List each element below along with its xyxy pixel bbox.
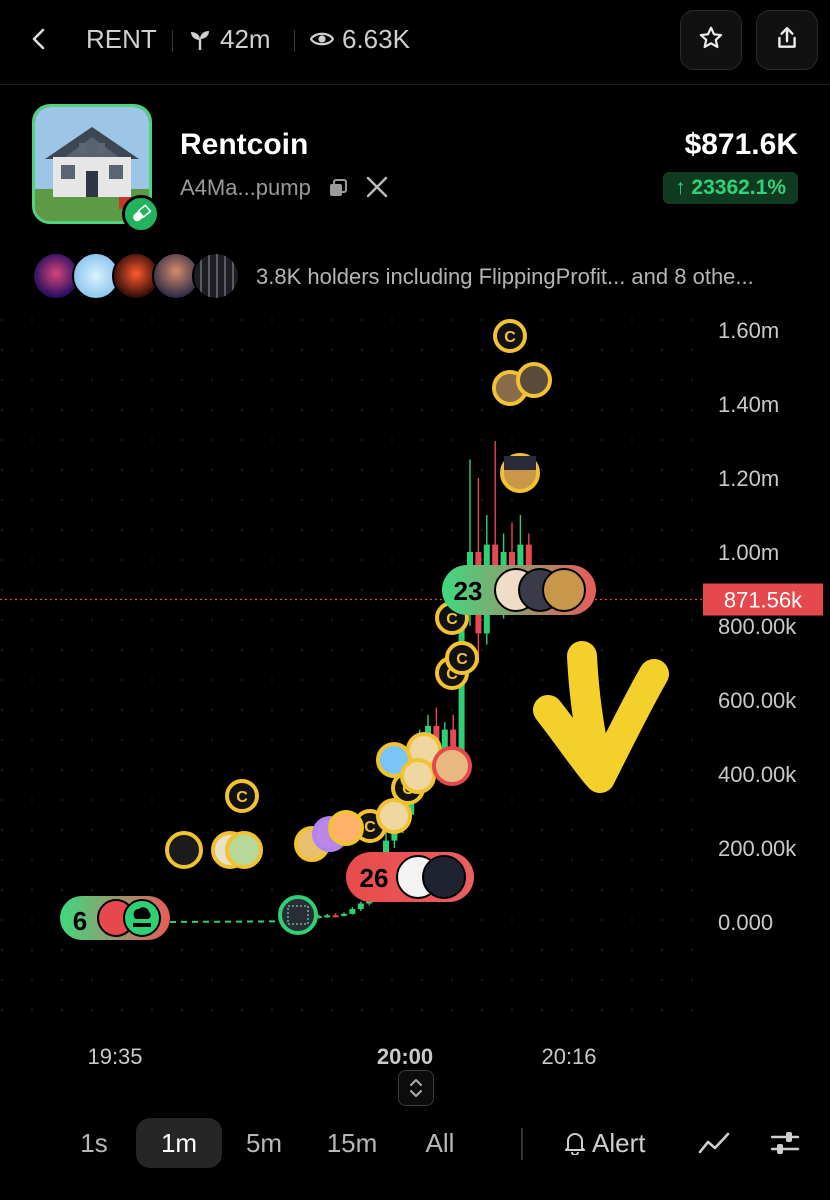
x-tick-label: 19:35 — [87, 1044, 142, 1069]
pill-icon — [122, 195, 160, 233]
candle-body — [332, 915, 339, 918]
settings-sliders-icon[interactable] — [770, 1128, 800, 1163]
candle-body — [341, 913, 347, 916]
price-change-badge: ↑ 23362.1% — [663, 172, 798, 204]
avatar — [192, 252, 240, 300]
coin-marker: C — [445, 641, 479, 675]
timeframe-5m[interactable]: 5m — [232, 1118, 296, 1168]
svg-text:C: C — [364, 819, 376, 836]
trader-avatar — [400, 758, 436, 794]
y-tick-label: 1.60m — [718, 318, 779, 343]
top-bar: RENT 42m 6.63K — [0, 0, 830, 85]
timeframe-15m[interactable]: 15m — [316, 1118, 388, 1168]
y-tick-label: 1.40m — [718, 392, 779, 417]
svg-text:C: C — [236, 789, 248, 806]
candle-body — [357, 903, 364, 910]
trade-group-count: 26 — [360, 863, 389, 893]
y-tick-label: 1.00m — [718, 540, 779, 565]
star-icon — [698, 25, 724, 56]
back-chevron-icon[interactable] — [24, 22, 54, 56]
copy-icon[interactable] — [328, 178, 348, 198]
trader-avatar — [376, 798, 412, 834]
chevron-up-down-icon — [410, 1079, 422, 1097]
token-age: 42m — [220, 24, 271, 54]
svg-text:C: C — [446, 611, 458, 628]
market-cap: $871.6K — [684, 128, 798, 161]
trader-avatar — [278, 895, 318, 935]
timeframe-all[interactable]: All — [408, 1118, 472, 1168]
trader-avatar — [328, 810, 364, 846]
bell-icon — [565, 1133, 585, 1156]
price-chart[interactable]: 1.60m 1.40m 1.20m 1.00m 800.00k 600.00k 400.00… — [0, 318, 830, 1088]
token-symbol: RENT — [86, 24, 157, 54]
trader-avatar — [225, 831, 263, 869]
trader-avatar — [432, 746, 472, 786]
y-tick-label: 0.000 — [718, 910, 773, 935]
divider — [172, 30, 173, 52]
trade-group-count: 23 — [454, 576, 483, 606]
view-count: 6.63K — [342, 24, 410, 54]
svg-text:C: C — [504, 329, 516, 346]
divider — [521, 1128, 523, 1160]
chart-type-icon[interactable] — [698, 1128, 730, 1163]
vertical-scale-toggle[interactable] — [398, 1070, 434, 1106]
y-tick-label: 800.00k — [718, 614, 797, 639]
trade-group-count: 6 — [73, 906, 87, 936]
x-tick-label: 20:00 — [377, 1044, 433, 1069]
timeframe-1s[interactable]: 1s — [64, 1118, 124, 1168]
timeframe-bar: 1s 1m 5m 15m All Alert — [0, 1118, 830, 1170]
coin-marker: C — [225, 779, 259, 813]
trade-group-23[interactable]: 23 — [442, 565, 596, 615]
trade-group-26[interactable]: 26 — [346, 852, 474, 902]
trade-group-6[interactable]: 6 — [60, 896, 170, 940]
y-tick-label: 600.00k — [718, 688, 797, 713]
token-address: A4Ma...pump — [180, 175, 311, 200]
token-name: Rentcoin — [180, 128, 309, 161]
coin-marker: C — [493, 319, 527, 353]
sprout-icon — [190, 28, 210, 52]
share-button[interactable] — [756, 10, 818, 70]
alert-label: Alert — [592, 1128, 646, 1158]
alert-button[interactable]: Alert — [564, 1118, 645, 1168]
trader-avatar — [516, 362, 552, 398]
svg-text:C: C — [456, 651, 468, 668]
holders-summary[interactable]: 3.8K holders including FlippingProfit...… — [256, 264, 754, 290]
x-axis: 19:35 20:00 20:16 — [87, 1044, 596, 1069]
candle-body — [509, 552, 515, 567]
candle-body — [349, 909, 356, 914]
x-twitter-icon[interactable] — [366, 176, 388, 198]
current-price-label: 871.56k — [724, 588, 803, 613]
candle-body — [517, 544, 524, 567]
trader-avatar — [165, 831, 203, 869]
timeframe-1m[interactable]: 1m — [136, 1118, 222, 1168]
y-axis: 1.60m 1.40m 1.20m 1.00m 800.00k 600.00k 400.00… — [718, 318, 797, 935]
favorite-button[interactable] — [680, 10, 742, 70]
x-tick-label: 20:16 — [541, 1044, 596, 1069]
share-icon — [774, 25, 800, 56]
candle-body — [324, 915, 331, 918]
eye-icon — [309, 30, 335, 48]
divider — [294, 30, 295, 52]
y-tick-label: 200.00k — [718, 836, 797, 861]
trader-avatar — [500, 453, 540, 493]
y-tick-label: 1.20m — [718, 466, 779, 491]
y-tick-label: 400.00k — [718, 762, 797, 787]
